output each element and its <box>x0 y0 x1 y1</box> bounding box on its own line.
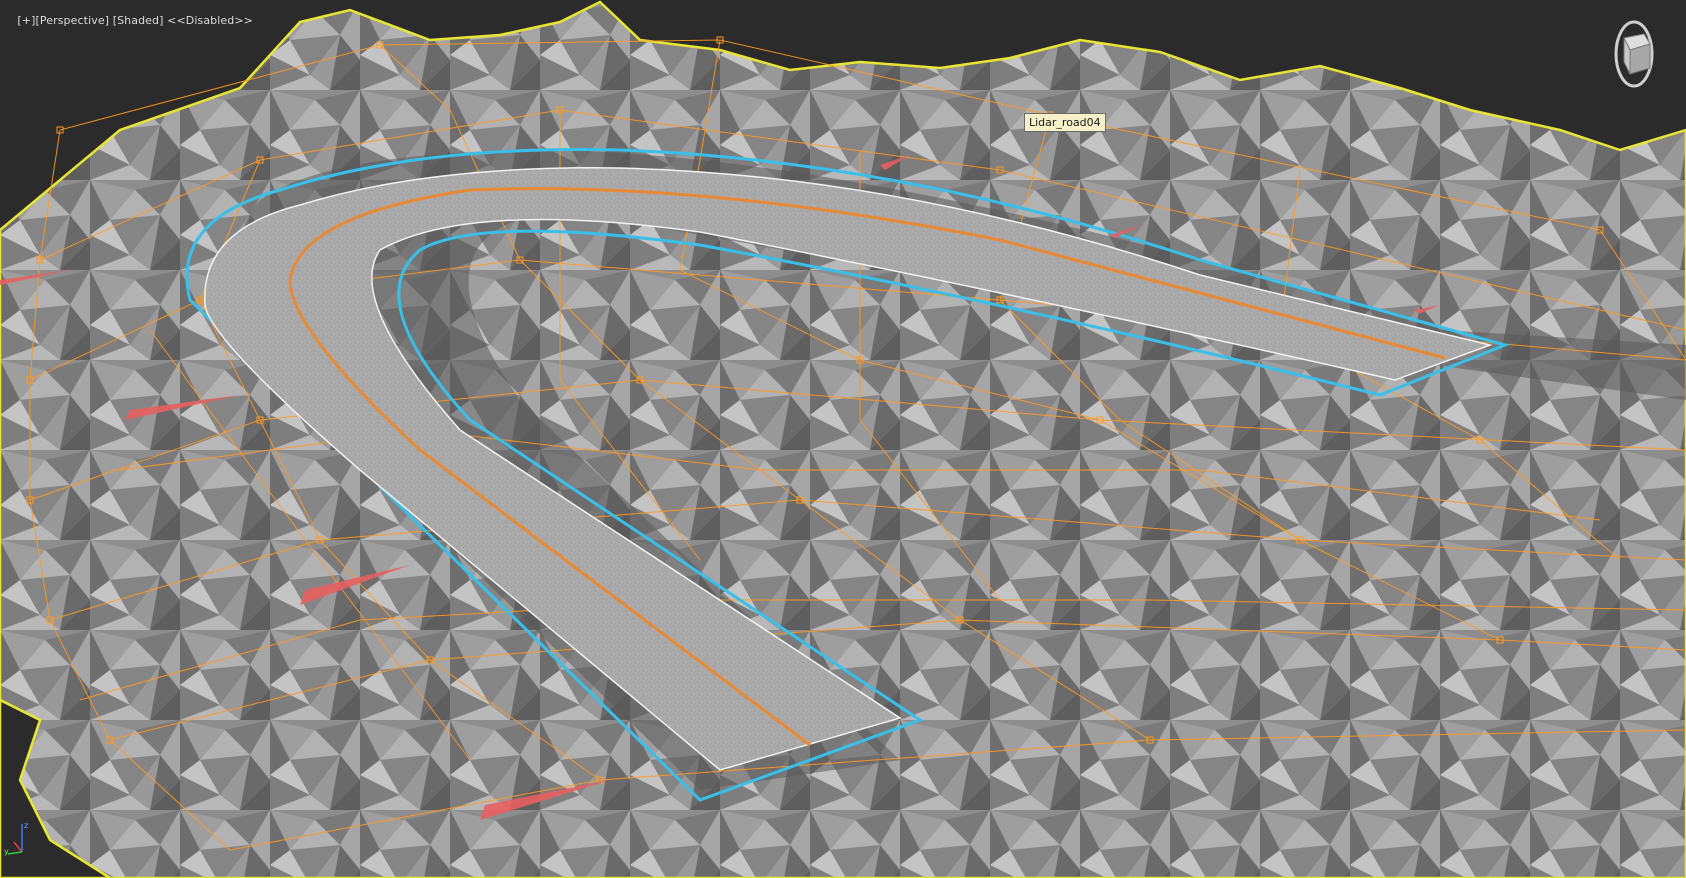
viewport-menu-button[interactable]: [+] <box>17 14 35 27</box>
viewport-label: [+][Perspective] [Shaded] <<Disabled>> <box>3 1 253 40</box>
object-name-tooltip: Lidar_road04 <box>1024 113 1106 132</box>
shading-mode-button[interactable]: [Shaded] <box>113 14 164 27</box>
axis-tripod-icon: z y <box>4 818 38 858</box>
perspective-viewport[interactable]: [+][Perspective] [Shaded] <<Disabled>> L… <box>0 0 1686 878</box>
view-name-button[interactable]: [Perspective] <box>36 14 110 27</box>
viewcube-icon[interactable] <box>1604 10 1664 92</box>
viewport-canvas[interactable] <box>0 0 1686 878</box>
disabled-indicator[interactable]: <<Disabled>> <box>167 14 253 27</box>
axis-z-label: z <box>24 821 28 830</box>
axis-y-label: y <box>4 847 9 856</box>
